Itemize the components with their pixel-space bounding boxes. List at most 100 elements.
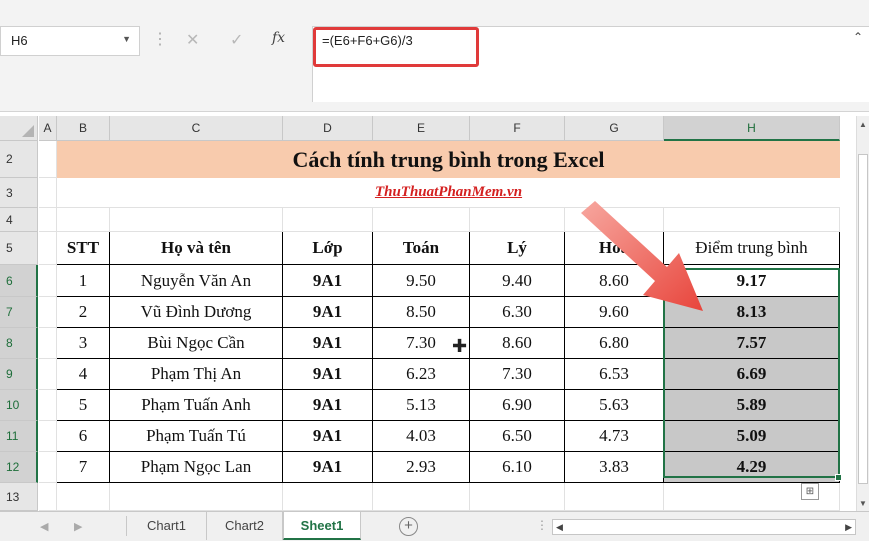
- cell-blank[interactable]: [39, 265, 57, 297]
- quick-analysis-icon[interactable]: ⊞: [801, 483, 819, 500]
- table-cell[interactable]: 3.83: [565, 452, 664, 483]
- cell-blank[interactable]: [39, 232, 57, 265]
- table-cell[interactable]: 9A1: [283, 359, 373, 390]
- table-cell[interactable]: Bùi Ngọc Cần: [110, 328, 283, 359]
- table-cell[interactable]: Phạm Tuấn Anh: [110, 390, 283, 421]
- cell-blank[interactable]: [565, 208, 664, 232]
- row-header-8[interactable]: 8: [0, 328, 38, 359]
- scroll-down-icon[interactable]: ▼: [859, 499, 867, 508]
- column-header-b[interactable]: B: [57, 116, 110, 141]
- table-cell[interactable]: 9.60: [565, 297, 664, 328]
- table-cell[interactable]: Phạm Thị An: [110, 359, 283, 390]
- table-cell[interactable]: 6.10: [470, 452, 565, 483]
- name-box[interactable]: H6 ▼: [0, 26, 140, 56]
- select-all-button[interactable]: [0, 116, 38, 141]
- column-header-a[interactable]: A: [39, 116, 57, 141]
- add-sheet-icon[interactable]: +: [399, 517, 418, 536]
- cell-blank[interactable]: [39, 359, 57, 390]
- table-cell[interactable]: 6.53: [565, 359, 664, 390]
- chevron-down-icon[interactable]: ▼: [122, 34, 131, 44]
- table-cell[interactable]: 8.60: [470, 328, 565, 359]
- column-header-g[interactable]: G: [565, 116, 664, 141]
- table-cell[interactable]: Vũ Đình Dương: [110, 297, 283, 328]
- row-header-13[interactable]: 13: [0, 483, 38, 511]
- table-header-cell[interactable]: Lý: [470, 232, 565, 265]
- table-cell[interactable]: 6.90: [470, 390, 565, 421]
- table-cell[interactable]: 6.23: [373, 359, 470, 390]
- tab-chart1[interactable]: Chart1: [127, 512, 207, 540]
- table-cell[interactable]: 3: [57, 328, 110, 359]
- scroll-left-icon[interactable]: ◀: [556, 520, 563, 534]
- table-cell[interactable]: 7.57: [664, 328, 840, 359]
- table-header-cell[interactable]: Điểm trung bình: [664, 232, 840, 265]
- cell-blank[interactable]: [57, 208, 110, 232]
- cell-blank[interactable]: [39, 452, 57, 483]
- column-header-e[interactable]: E: [373, 116, 470, 141]
- table-header-cell[interactable]: Toán: [373, 232, 470, 265]
- cell-blank[interactable]: [39, 421, 57, 452]
- row-header-11[interactable]: 11: [0, 421, 38, 452]
- enter-icon[interactable]: ✓: [230, 30, 243, 52]
- cell-blank[interactable]: [283, 208, 373, 232]
- table-cell[interactable]: 4.73: [565, 421, 664, 452]
- table-cell[interactable]: 5.89: [664, 390, 840, 421]
- table-cell[interactable]: Phạm Ngọc Lan: [110, 452, 283, 483]
- table-cell[interactable]: 6.69: [664, 359, 840, 390]
- row-header-3[interactable]: 3: [0, 178, 38, 208]
- drag-handle-icon[interactable]: ⋮: [152, 30, 168, 50]
- row-header-5[interactable]: 5: [0, 232, 38, 265]
- cell-blank[interactable]: [39, 390, 57, 421]
- row-header-4[interactable]: 4: [0, 208, 38, 232]
- table-cell[interactable]: 4: [57, 359, 110, 390]
- cell-blank[interactable]: [39, 208, 57, 232]
- column-header-f[interactable]: F: [470, 116, 565, 141]
- table-cell[interactable]: 1: [57, 265, 110, 297]
- table-cell[interactable]: 5.63: [565, 390, 664, 421]
- tab-sheet1[interactable]: Sheet1: [283, 512, 361, 540]
- cell-blank[interactable]: [39, 297, 57, 328]
- table-header-cell[interactable]: STT: [57, 232, 110, 265]
- table-cell[interactable]: 8.13: [664, 297, 840, 328]
- cell-blank[interactable]: [110, 208, 283, 232]
- table-cell[interactable]: Phạm Tuấn Tú: [110, 421, 283, 452]
- prev-sheet-icon[interactable]: ◀: [40, 520, 48, 533]
- column-header-h[interactable]: H: [664, 116, 840, 141]
- tab-splitter-handle[interactable]: ⋮: [536, 518, 548, 532]
- next-sheet-icon[interactable]: ▶: [74, 520, 82, 533]
- row-header-9[interactable]: 9: [0, 359, 38, 390]
- column-header-c[interactable]: C: [110, 116, 283, 141]
- table-cell[interactable]: 6.30: [470, 297, 565, 328]
- cell-blank[interactable]: [57, 483, 110, 511]
- horizontal-scrollbar[interactable]: ◀ ▶: [552, 519, 856, 535]
- cell-blank[interactable]: [283, 483, 373, 511]
- table-cell[interactable]: 9A1: [283, 297, 373, 328]
- collapse-formula-bar-icon[interactable]: ⌃: [853, 30, 863, 44]
- tab-chart2[interactable]: Chart2: [207, 512, 283, 540]
- cell-blank[interactable]: [373, 208, 470, 232]
- cell-blank[interactable]: [664, 208, 840, 232]
- table-cell[interactable]: 8.60: [565, 265, 664, 297]
- table-cell[interactable]: 6.50: [470, 421, 565, 452]
- table-cell[interactable]: 9A1: [283, 265, 373, 297]
- cell-blank[interactable]: [470, 208, 565, 232]
- scroll-thumb[interactable]: [858, 154, 868, 484]
- cell-blank[interactable]: [39, 328, 57, 359]
- table-cell[interactable]: 2: [57, 297, 110, 328]
- table-header-cell[interactable]: Họ và tên: [110, 232, 283, 265]
- insert-function-button[interactable]: fx: [272, 30, 285, 46]
- table-cell[interactable]: 9A1: [283, 328, 373, 359]
- cell-blank[interactable]: [39, 178, 57, 208]
- table-cell[interactable]: 9A1: [283, 421, 373, 452]
- table-cell[interactable]: 9A1: [283, 452, 373, 483]
- table-cell[interactable]: 5: [57, 390, 110, 421]
- cancel-icon[interactable]: ✕: [186, 30, 199, 52]
- table-cell[interactable]: 9A1: [283, 390, 373, 421]
- row-header-6[interactable]: 6: [0, 265, 38, 297]
- row-header-10[interactable]: 10: [0, 390, 38, 421]
- cell-blank[interactable]: [110, 483, 283, 511]
- sheet-title[interactable]: Cách tính trung bình trong Excel: [57, 141, 840, 178]
- vertical-scrollbar[interactable]: ▲ ▼: [856, 116, 869, 511]
- cell-blank[interactable]: [373, 483, 470, 511]
- scroll-up-icon[interactable]: ▲: [859, 120, 867, 129]
- table-cell[interactable]: 9.40: [470, 265, 565, 297]
